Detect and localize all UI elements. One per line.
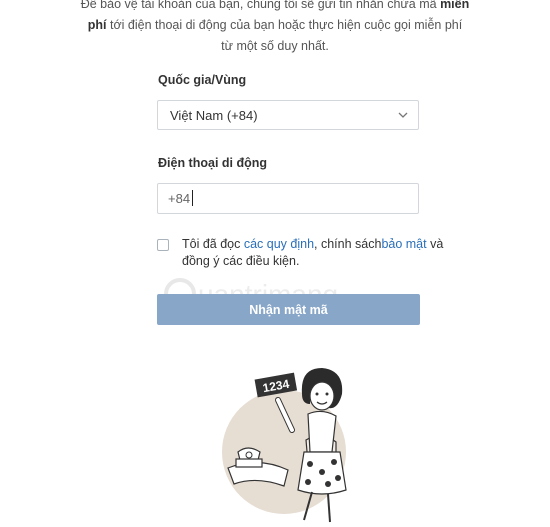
intro-text: Để bảo vệ tài khoản của bạn, chúng tôi s… [60,0,490,57]
terms-checkbox[interactable] [157,239,169,251]
get-code-button[interactable]: Nhận mật mã [157,294,420,325]
phone-input[interactable] [157,183,419,214]
illustration-woman-with-phone: 1234 [222,368,347,523]
text-caret [192,190,193,206]
phone-label: Điện thoại di động [158,156,268,170]
intro-line-2: tới điện thoại di động của bạn hoặc thực… [106,18,463,32]
country-select[interactable]: Việt Nam (+84) [157,100,419,130]
country-selected-value: Việt Nam (+84) [170,107,258,123]
intro-bold-phi: phí [87,18,107,32]
terms-text: Tôi đã đọc các quy định, chính sáchbảo m… [182,237,444,268]
chevron-down-icon [398,112,408,118]
rules-link[interactable]: các quy định [244,237,314,251]
privacy-link[interactable]: bảo mật [381,237,426,251]
intro-line-3: từ một số duy nhất. [221,39,329,53]
country-label: Quốc gia/Vùng [158,73,247,87]
intro-line-1: Để bảo vệ tài khoản của bạn, chúng tôi s… [80,0,470,11]
telephone-icon [235,447,263,468]
